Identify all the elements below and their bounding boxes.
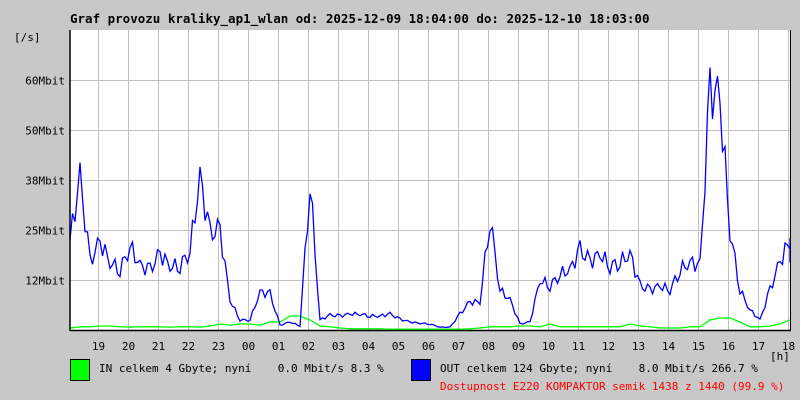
x-axis-unit: [h] [770, 350, 790, 363]
x-tick-label: 17 [752, 340, 765, 353]
legend-out-text: OUT celkem 124 Gbyte; nyní 8.0 Mbit/s 26… [440, 362, 758, 375]
x-tick-label: 12 [602, 340, 615, 353]
legend-in-swatch [70, 359, 90, 381]
x-tick-label: 15 [692, 340, 705, 353]
x-tick-label: 05 [392, 340, 405, 353]
y-tick-label: 25Mbit [25, 225, 65, 238]
x-tick-label: 22 [182, 340, 195, 353]
x-tick-label: 19 [92, 340, 105, 353]
x-tick-label: 03 [332, 340, 345, 353]
availability-text: Dostupnost E220 KOMPAKTOR semik 1438 z 1… [440, 380, 785, 393]
x-tick-label: 04 [362, 340, 376, 353]
x-tick-label: 11 [572, 340, 585, 353]
x-tick-label: 10 [542, 340, 555, 353]
x-tick-label: 06 [422, 340, 435, 353]
y-tick-labels: 12Mbit 25Mbit 38Mbit 50Mbit 60Mbit [25, 75, 65, 288]
legend-out-swatch [411, 359, 431, 381]
y-tick-label: 50Mbit [25, 125, 65, 138]
x-tick-label: 23 [212, 340, 225, 353]
x-tick-label: 00 [242, 340, 255, 353]
chart-title: Graf provozu kraliky_ap1_wlan od: 2025-1… [70, 11, 649, 27]
y-tick-label: 38Mbit [25, 175, 65, 188]
y-tick-label: 12Mbit [25, 275, 65, 288]
legend-in-text: IN celkem 4 Gbyte; nyní 0.0 Mbit/s 8.3 % [99, 362, 384, 375]
x-tick-label: 09 [512, 340, 525, 353]
y-tick-label: 60Mbit [25, 75, 65, 88]
x-tick-label: 08 [482, 340, 495, 353]
x-tick-label: 02 [302, 340, 315, 353]
x-tick-label: 20 [122, 340, 135, 353]
y-axis-unit: [/s] [14, 31, 41, 44]
x-tick-label: 07 [452, 340, 465, 353]
x-tick-label: 16 [722, 340, 735, 353]
x-tick-label: 01 [272, 340, 285, 353]
traffic-chart: Graf provozu kraliky_ap1_wlan od: 2025-1… [14, 11, 795, 363]
x-tick-label: 21 [152, 340, 165, 353]
x-tick-labels: 19 20 21 22 23 00 01 02 03 04 05 06 07 08 09 10 11 12 13 14… [92, 340, 795, 353]
x-tick-label: 14 [662, 340, 676, 353]
x-tick-label: 13 [632, 340, 645, 353]
